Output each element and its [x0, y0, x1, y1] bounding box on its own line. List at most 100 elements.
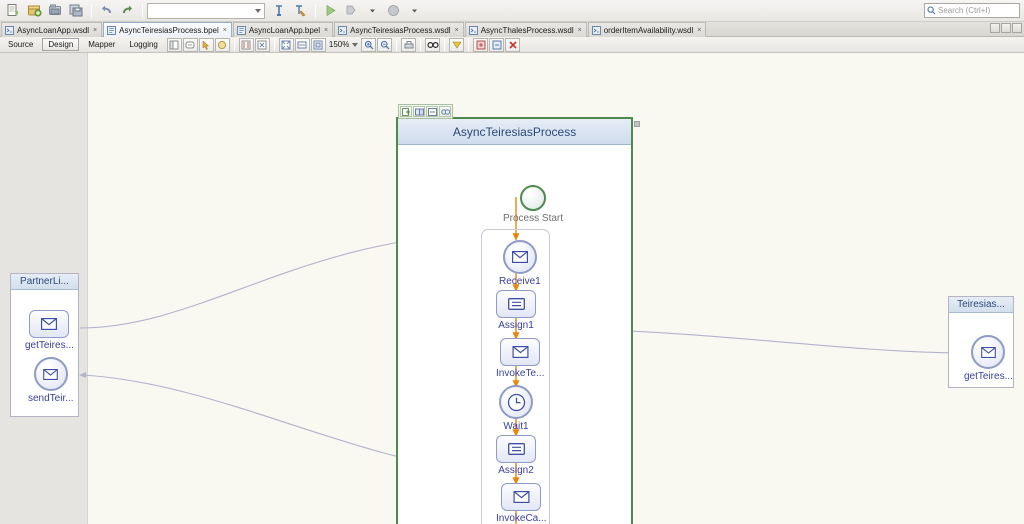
activity-invoke-teiresias[interactable]: InvokeTe... — [496, 338, 544, 379]
toolbar-separator-3 — [315, 3, 316, 18]
viewbar-separator-3 — [396, 38, 398, 51]
partner-link-right-title: Teiresias... — [949, 297, 1013, 313]
bpel-file-icon — [236, 25, 246, 35]
show-palette-icon[interactable] — [166, 37, 182, 52]
add-activity-icon[interactable] — [400, 106, 412, 117]
add-variable-icon[interactable] — [426, 106, 438, 117]
editor-tab-label: AsyncLoanApp.bpel — [248, 25, 321, 35]
view-tab-logging[interactable]: Logging — [124, 39, 162, 50]
activity-assign2-label: Assign2 — [498, 465, 534, 476]
partner-op-get-teiresias[interactable]: getTeires... — [25, 310, 74, 351]
delete-icon[interactable] — [505, 37, 521, 52]
debug-icon[interactable] — [341, 2, 361, 20]
activity-wait1-label: Wait1 — [503, 421, 529, 432]
wsdl-file-icon — [5, 25, 14, 35]
close-icon[interactable]: × — [324, 27, 328, 34]
print-icon[interactable] — [401, 37, 417, 52]
editor-tab-2[interactable]: AsyncLoanApp.bpel × — [232, 22, 334, 37]
partner-link-panel-left[interactable]: PartnerLi... getTeires... sendTeir... — [10, 273, 79, 417]
assign-icon — [507, 298, 525, 310]
profile-icon[interactable] — [383, 2, 403, 20]
process-body: Process Start Receive1 Assign1 InvokeTe.… — [398, 145, 631, 524]
validate-icon[interactable] — [238, 37, 254, 52]
fit-width-icon[interactable] — [294, 37, 310, 52]
selection-tool-icon[interactable] — [198, 37, 214, 52]
activity-wait1-shape — [499, 385, 533, 419]
debug-dropdown-icon[interactable] — [362, 2, 382, 20]
editor-tab-0[interactable]: AsyncLoanApp.wsdl × — [1, 22, 103, 37]
activity-invoke-callback-label: InvokeCa... — [496, 513, 547, 524]
redo-icon[interactable] — [117, 2, 137, 20]
validate-xml-icon[interactable] — [254, 37, 270, 52]
zoom-in-icon[interactable] — [361, 37, 377, 52]
run-icon[interactable] — [320, 2, 340, 20]
close-icon[interactable]: × — [223, 27, 227, 34]
activity-receive1[interactable]: Receive1 — [499, 240, 541, 287]
view-tab-source[interactable]: Source — [3, 39, 38, 50]
close-icon[interactable]: × — [578, 27, 582, 34]
search-input[interactable]: Search (Ctrl+I) — [924, 3, 1020, 18]
envelope-icon — [41, 318, 58, 330]
collapse-all-icon[interactable] — [489, 37, 505, 52]
zoom-level-combo[interactable]: 150% — [328, 40, 359, 49]
open-project-icon[interactable] — [45, 2, 65, 20]
fit-selection-icon[interactable] — [310, 37, 326, 52]
split-vertical-icon[interactable] — [1001, 23, 1011, 33]
diagram-resize-handle[interactable] — [634, 121, 640, 127]
editor-tab-1[interactable]: AsyncTeiresiasProcess.bpel × — [103, 22, 232, 37]
viewbar-separator-2 — [273, 38, 275, 51]
process-start-node[interactable]: Process Start — [503, 185, 563, 224]
add-partnerlink-icon[interactable] — [413, 106, 425, 117]
view-tab-design[interactable]: Design — [42, 38, 80, 51]
editor-tab-5[interactable]: orderItemAvailability.wsdl × — [587, 22, 707, 37]
partner-op-send-teiresias[interactable]: sendTeir... — [28, 357, 74, 404]
envelope-icon — [512, 346, 529, 358]
wsdl-file-icon — [591, 25, 601, 35]
chevron-down-icon — [352, 42, 359, 47]
new-file-icon[interactable] — [3, 2, 23, 20]
collapse-icon[interactable] — [449, 37, 465, 52]
save-all-icon[interactable] — [66, 2, 86, 20]
zoom-level-value: 150% — [328, 40, 350, 49]
viewbar-separator-5 — [444, 38, 446, 51]
editor-tab-3[interactable]: AsyncTeiresiasProcess.wsdl × — [334, 22, 464, 37]
editor-tab-label: AsyncTeiresiasProcess.wsdl — [350, 25, 451, 35]
show-navigator-icon[interactable] — [182, 37, 198, 52]
undo-icon[interactable] — [96, 2, 116, 20]
close-icon[interactable]: × — [697, 27, 701, 34]
close-icon[interactable]: × — [93, 27, 97, 34]
bpel-design-canvas[interactable]: PartnerLi... getTeires... sendTeir... Te… — [0, 53, 1024, 524]
toolbar-separator-2 — [142, 3, 143, 18]
editor-tab-4[interactable]: AsyncThalesProcess.wsdl × — [464, 22, 587, 37]
activity-assign2[interactable]: Assign2 — [496, 435, 536, 476]
highlight-icon[interactable] — [214, 37, 230, 52]
split-horizontal-icon[interactable] — [990, 23, 1000, 33]
partner-op-right-get-teiresias[interactable]: getTeires... — [964, 335, 1013, 382]
find-icon[interactable] — [425, 37, 441, 52]
run-configuration-combo[interactable] — [147, 2, 265, 19]
clean-build-icon[interactable] — [290, 2, 310, 20]
maximize-icon[interactable] — [1012, 23, 1022, 33]
new-project-icon[interactable] — [24, 2, 44, 20]
chevron-down-icon — [255, 8, 261, 13]
bpel-file-icon — [107, 25, 117, 35]
profile-dropdown-icon[interactable] — [404, 2, 424, 20]
editor-viewbar: Source Design Mapper Logging 150% — [0, 37, 1024, 53]
add-correlation-icon[interactable] — [439, 106, 451, 117]
process-container[interactable]: AsyncTeiresiasProcess Process Start Rece… — [396, 117, 633, 524]
activity-invoke-callback[interactable]: InvokeCa... — [496, 483, 547, 524]
activity-wait1[interactable]: Wait1 — [499, 385, 533, 432]
expand-all-icon[interactable] — [473, 37, 489, 52]
zoom-out-icon[interactable] — [377, 37, 393, 52]
envelope-icon — [43, 368, 59, 380]
activity-assign1[interactable]: Assign1 — [496, 290, 536, 331]
partner-link-left-body: getTeires... sendTeir... — [11, 290, 78, 410]
close-icon[interactable]: × — [455, 27, 459, 34]
fit-page-icon[interactable] — [278, 37, 294, 52]
viewbar-separator-6 — [468, 38, 470, 51]
partner-link-panel-right[interactable]: Teiresias... getTeires... — [948, 296, 1014, 388]
tabbar-window-controls — [990, 23, 1022, 33]
build-icon[interactable] — [269, 2, 289, 20]
activity-assign2-shape — [496, 435, 536, 463]
view-tab-mapper[interactable]: Mapper — [83, 39, 120, 50]
